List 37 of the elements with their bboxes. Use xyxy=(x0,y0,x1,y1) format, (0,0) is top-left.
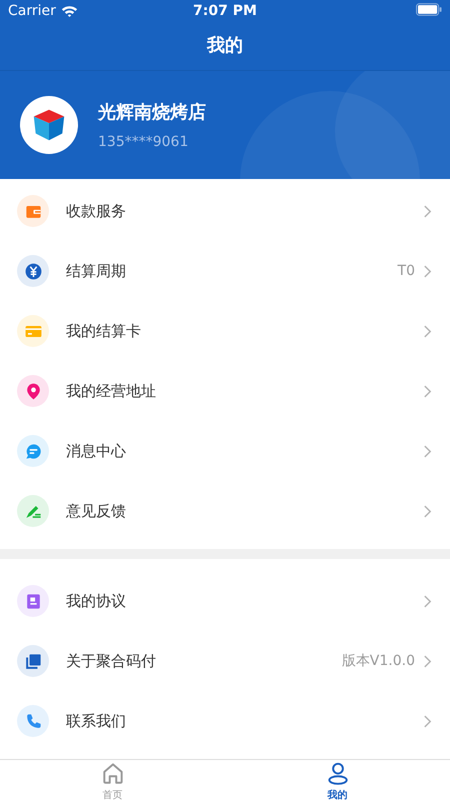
menu-label: 我的协议 xyxy=(66,592,127,610)
phone-number: 135****9061 xyxy=(98,134,190,150)
menu-item[interactable]: 联系我们 xyxy=(0,691,450,751)
store-name: 光辉南烧烤店 xyxy=(98,101,206,124)
menu-label: 收款服务 xyxy=(66,202,127,220)
menu-label: 意见反馈 xyxy=(66,502,127,520)
menu-value: T0 xyxy=(398,263,415,279)
menu-item[interactable]: 收款服务 xyxy=(0,181,450,241)
menu-item[interactable]: 我的结算卡 xyxy=(0,301,450,361)
menu-label: 我的经营地址 xyxy=(66,382,157,400)
menu-item[interactable]: 我的经营地址 xyxy=(0,361,450,421)
battery-icon xyxy=(416,2,442,16)
chevron-icon xyxy=(423,324,432,338)
menu-value: 版本V1.0.0 xyxy=(342,652,415,670)
chevron-icon xyxy=(423,204,432,218)
menu-label: 联系我们 xyxy=(66,712,127,730)
menu-item[interactable]: 结算周期 T0 xyxy=(0,241,450,301)
chevron-icon xyxy=(423,384,432,398)
menu-item[interactable]: 意见反馈 xyxy=(0,481,450,541)
chevron-icon xyxy=(423,714,432,728)
chevron-icon xyxy=(423,654,432,668)
menu-item[interactable]: 消息中心 xyxy=(0,421,450,481)
menu-label: 消息中心 xyxy=(66,442,127,460)
menu-item[interactable]: 我的协议 xyxy=(0,571,450,631)
menu-label: 我的结算卡 xyxy=(66,322,142,340)
wifi-icon xyxy=(60,5,78,17)
menu-label: 关于聚合码付 xyxy=(66,652,157,670)
menu-item[interactable]: 关于聚合码付 版本V1.0.0 xyxy=(0,631,450,691)
menu-label: 结算周期 xyxy=(66,262,127,280)
status-time: 7:07 PM xyxy=(192,3,258,19)
chevron-icon xyxy=(423,504,432,518)
page-title: 我的 xyxy=(206,34,244,58)
chevron-icon xyxy=(423,444,432,458)
chevron-icon xyxy=(423,264,432,278)
chevron-icon xyxy=(423,594,432,608)
tab[interactable]: 我的 xyxy=(225,760,450,800)
carrier-label: Carrier xyxy=(8,3,56,19)
